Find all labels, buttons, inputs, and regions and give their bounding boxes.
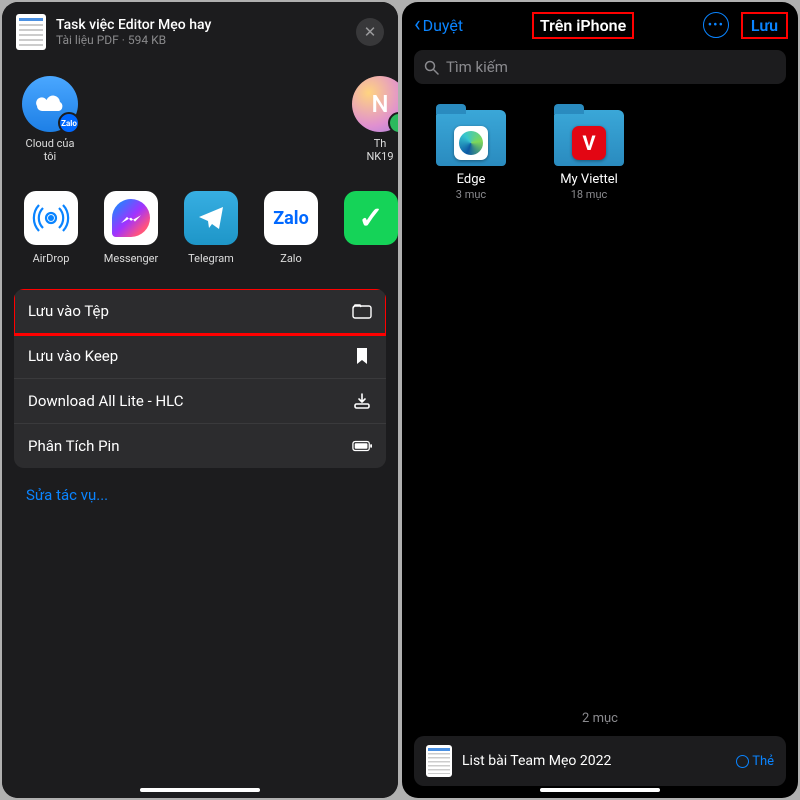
share-body: Zalo Cloud của tôi N ThNK19 AirDrop	[2, 58, 398, 798]
search-input[interactable]: Tìm kiếm	[414, 50, 786, 84]
share-header: Task việc Editor Mẹo hay Tài liệu PDF · …	[2, 2, 398, 58]
action-save-to-files[interactable]: Lưu vào Tệp	[14, 289, 386, 334]
app-label: Zalo	[280, 252, 302, 265]
file-name: List bài Team Mẹo 2022	[462, 753, 726, 769]
folder-viettel[interactable]: V My Viettel 18 mục	[544, 110, 634, 201]
chevron-left-icon: ‹	[414, 14, 421, 36]
share-target-label: ThNK19	[366, 138, 393, 163]
app-partial[interactable]: ✓	[340, 191, 398, 265]
save-button[interactable]: Lưu	[747, 14, 782, 37]
contact-avatar: N	[352, 76, 398, 132]
action-label: Phân Tích Pin	[28, 437, 120, 455]
zalo-icon: Zalo	[264, 191, 318, 245]
action-download-all[interactable]: Download All Lite - HLC	[14, 379, 386, 424]
edge-app-icon	[454, 126, 488, 160]
app-label: Telegram	[188, 252, 234, 265]
document-title: Task việc Editor Mẹo hay	[56, 17, 346, 33]
folder-icon	[436, 110, 506, 166]
document-subtitle: Tài liệu PDF · 594 KB	[56, 33, 346, 47]
bookmark-icon	[352, 347, 372, 365]
files-header: ‹ Duyệt Trên iPhone ••• Lưu	[402, 2, 798, 44]
share-target-cloud[interactable]: Zalo Cloud của tôi	[20, 76, 80, 163]
action-label: Lưu vào Tệp	[28, 302, 109, 320]
search-placeholder: Tìm kiếm	[446, 58, 508, 76]
app-label: Messenger	[104, 252, 158, 265]
app-messenger[interactable]: Messenger	[100, 191, 162, 265]
share-sheet-screen: Task việc Editor Mẹo hay Tài liệu PDF · …	[2, 2, 398, 798]
share-target-contact[interactable]: N ThNK19	[350, 76, 398, 163]
tag-circle-icon	[736, 755, 749, 768]
folder-edge[interactable]: Edge 3 mục	[426, 110, 516, 201]
home-indicator[interactable]	[140, 788, 260, 792]
airdrop-icon	[24, 191, 78, 245]
folder-icon	[352, 303, 372, 319]
item-count: 2 mục	[402, 711, 798, 726]
ellipsis-icon: •••	[708, 18, 724, 33]
app-telegram[interactable]: Telegram	[180, 191, 242, 265]
close-button[interactable]: ✕	[356, 18, 384, 46]
viettel-app-icon: V	[572, 126, 606, 160]
files-screen: ‹ Duyệt Trên iPhone ••• Lưu Tìm kiếm	[402, 2, 798, 798]
folder-grid: Edge 3 mục V My Viettel 18 mục	[402, 92, 798, 219]
battery-icon	[352, 440, 372, 452]
document-thumbnail	[16, 14, 46, 50]
share-apps-row[interactable]: AirDrop Messenger Telegram Zalo Zalo ✓	[2, 167, 398, 269]
action-save-to-keep[interactable]: Lưu vào Keep	[14, 334, 386, 379]
download-icon	[352, 392, 372, 410]
tag-label: Thẻ	[752, 754, 774, 769]
folder-icon: V	[554, 110, 624, 166]
files-title: Trên iPhone	[534, 14, 632, 37]
selected-file-row[interactable]: List bài Team Mẹo 2022 Thẻ	[414, 736, 786, 786]
action-list: Lưu vào Tệp Lưu vào Keep Download All Li…	[14, 289, 386, 468]
file-thumbnail	[426, 745, 452, 777]
messenger-badge-icon	[388, 112, 398, 134]
save-button-highlight: Lưu	[743, 14, 786, 37]
action-label: Download All Lite - HLC	[28, 392, 184, 410]
back-label: Duyệt	[423, 16, 464, 35]
app-airdrop[interactable]: AirDrop	[20, 191, 82, 265]
more-options-button[interactable]: •••	[703, 12, 729, 38]
folder-name: My Viettel	[560, 172, 618, 187]
edit-actions-button[interactable]: Sửa tác vụ...	[2, 468, 398, 522]
action-battery-analysis[interactable]: Phân Tích Pin	[14, 424, 386, 468]
back-button[interactable]: ‹ Duyệt	[414, 14, 463, 36]
home-indicator[interactable]	[540, 788, 660, 792]
folder-name: Edge	[457, 172, 486, 187]
share-target-label: Cloud của tôi	[20, 138, 80, 163]
telegram-icon	[184, 191, 238, 245]
folder-count: 3 mục	[456, 188, 486, 201]
document-info: Task việc Editor Mẹo hay Tài liệu PDF · …	[56, 17, 346, 47]
zalo-badge-icon: Zalo	[58, 112, 80, 134]
folder-count: 18 mục	[571, 188, 608, 201]
share-targets-row[interactable]: Zalo Cloud của tôi N ThNK19	[2, 58, 398, 167]
close-icon: ✕	[364, 23, 377, 41]
messenger-icon	[104, 191, 158, 245]
search-icon	[424, 60, 439, 75]
cloud-icon: Zalo	[22, 76, 78, 132]
app-label: AirDrop	[33, 252, 70, 265]
green-app-icon: ✓	[344, 191, 398, 245]
app-zalo[interactable]: Zalo Zalo	[260, 191, 322, 265]
files-title-wrapper: Trên iPhone	[469, 13, 697, 38]
action-label: Lưu vào Keep	[28, 347, 118, 365]
tag-button[interactable]: Thẻ	[736, 754, 774, 769]
